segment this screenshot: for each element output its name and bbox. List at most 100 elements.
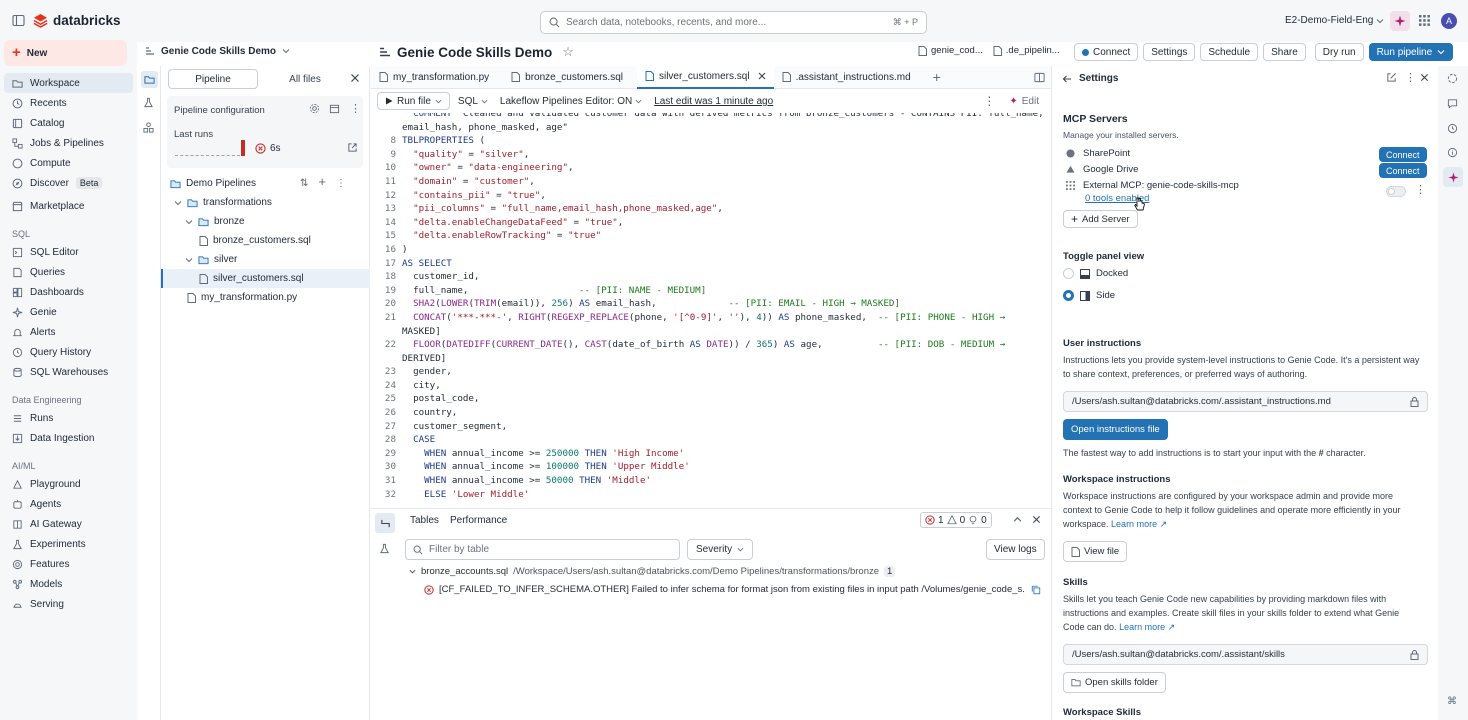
tab-all-files[interactable]: All files [261,69,349,89]
graph-icon[interactable] [375,513,395,533]
code-line[interactable]: 16) [371,243,1051,257]
sidebar-toggle-icon[interactable] [12,14,25,27]
tab-pipeline[interactable]: Pipeline [168,69,258,89]
sync-icon[interactable] [1447,73,1458,84]
issue-counts[interactable]: 1 0 0 [920,512,992,528]
code-line[interactable]: 30 WHEN annual_income >= 100000 THEN 'Up… [371,460,1051,474]
tree-root[interactable]: Demo Pipelines ⇅ + ⋮ [161,174,370,193]
nav-genie[interactable]: Genie [0,302,137,322]
editor-mode-select[interactable]: Lakeflow Pipelines Editor: ON [500,96,642,107]
add-tab-icon[interactable]: + [933,69,941,85]
avatar[interactable]: A [1441,13,1457,29]
flask-icon[interactable] [143,97,154,108]
code-line[interactable]: COMMENT "Cleaned and validated customer … [371,113,1051,121]
run-pipeline-button[interactable]: Run pipeline [1368,43,1454,61]
close-icon[interactable] [1032,515,1041,524]
language-select[interactable]: SQL [458,96,488,107]
nav-sql-warehouses[interactable]: SQL Warehouses [0,362,137,382]
nav-runs[interactable]: Runs [0,408,137,428]
nav-jobs-pipelines[interactable]: Jobs & Pipelines [0,133,137,153]
open-skills-folder-button[interactable]: Open skills folder [1063,672,1166,693]
linked-file-1[interactable]: genie_cod... [931,45,983,56]
schedule-button[interactable]: Schedule [1200,43,1259,61]
code-line[interactable]: 15 "delta.enableRowTracking" = "true" [371,229,1051,243]
nav-agents[interactable]: Agents [0,494,137,514]
shapes-icon[interactable] [143,122,154,133]
nav-alerts[interactable]: Alerts [0,322,137,342]
code-line[interactable]: 22 FLOOR(DATEDIFF(CURRENT_DATE(), CAST(d… [371,338,1051,352]
flask-icon[interactable] [379,543,390,554]
genie-sparkle-icon[interactable] [1390,11,1410,31]
code-line[interactable]: 9 "quality" = "silver", [371,148,1051,162]
info-icon[interactable] [1447,147,1458,158]
code-line[interactable]: 17 AS SELECT [371,257,1051,271]
nav-serving[interactable]: Serving [0,594,137,614]
nav-recents[interactable]: Recents [0,93,137,113]
sort-icon[interactable]: ⇅ [300,178,308,189]
dry-run-button[interactable]: Dry run [1314,43,1364,61]
docked-option[interactable]: Docked [1063,268,1128,279]
code-line[interactable]: DERIVED] [371,352,1051,366]
apps-grid-icon[interactable] [1419,15,1430,26]
copy-icon[interactable] [1031,585,1041,595]
nav-sql-editor[interactable]: SQL Editor [0,242,137,262]
star-icon[interactable]: ☆ [562,44,574,60]
nav-experiments[interactable]: Experiments [0,534,137,554]
share-button[interactable]: Share [1263,43,1306,61]
view-logs-button[interactable]: View logs [986,539,1045,560]
kebab-menu-icon[interactable]: ⋮ [336,178,346,189]
chevron-up-icon[interactable] [1013,515,1022,524]
code-line[interactable]: 26 country, [371,406,1051,420]
new-button[interactable]: + New [4,40,127,66]
workspace-switcher[interactable]: E2-Demo-Field-Eng [1285,15,1384,26]
code-line[interactable]: 11 "domain" = "customer", [371,175,1051,189]
tree-folder-silver[interactable]: silver [161,250,370,269]
nav-marketplace[interactable]: Marketplace [0,196,137,216]
breadcrumb[interactable]: Genie Code Skills Demo [145,44,290,58]
side-option[interactable]: Side [1063,290,1115,301]
code-line[interactable]: 20 SHA2(LOWER(TRIM(email)), 256) AS emai… [371,297,1051,311]
failed-run-bar[interactable] [241,140,245,156]
nav-discover[interactable]: Discover Beta [0,173,137,193]
tree-file-silver-customers[interactable]: silver_customers.sql [161,269,370,288]
tree-file-my-transformation[interactable]: my_transformation.py [161,288,370,307]
tab-performance[interactable]: Performance [450,515,507,526]
code-line[interactable]: 24 city, [371,379,1051,393]
code-editor[interactable]: COMMENT "Cleaned and validated customer … [371,113,1051,511]
kebab-menu-icon[interactable]: ⋮ [983,94,995,108]
nav-models[interactable]: Models [0,574,137,594]
code-line[interactable]: 13 "pii_columns" = "full_name,email_hash… [371,202,1051,216]
code-line[interactable]: 19 full_name, -- [PII: NAME - MEDIUM] [371,284,1051,298]
code-line[interactable]: 27 customer_segment, [371,420,1051,434]
tab-my-transformation[interactable]: my_transformation.py [371,66,497,89]
edit-button[interactable]: ✦ Edit [1009,96,1039,107]
run-file-button[interactable]: Run file [377,92,450,110]
gear-icon[interactable] [309,103,320,114]
code-line[interactable]: 12 "contains_pii" = "true", [371,189,1051,203]
tab-bronze-customers[interactable]: bronze_customers.sql [503,66,631,89]
external-link-icon[interactable] [347,142,358,153]
nav-workspace[interactable]: Workspace [4,73,133,93]
tree-folder-bronze[interactable]: bronze [161,212,370,231]
kebab-menu-icon[interactable]: ⋮ [1405,71,1416,84]
linked-file-2[interactable]: .de_pipelin... [1006,45,1060,56]
view-file-button[interactable]: View file [1063,541,1128,562]
severity-select[interactable]: Severity [687,539,753,560]
learn-more-link[interactable]: Learn more [1119,622,1165,632]
kebab-menu-icon[interactable]: ⋮ [1415,183,1426,196]
tab-assistant-instructions[interactable]: .assistant_instructions.md [774,66,919,89]
tab-silver-customers[interactable]: silver_customers.sql [636,65,774,89]
external-mcp-toggle[interactable] [1386,186,1406,197]
folder-icon[interactable] [141,71,158,88]
nav-dashboards[interactable]: Dashboards [0,282,137,302]
tree-folder-transformations[interactable]: transformations [161,193,370,212]
nav-catalog[interactable]: Catalog [0,113,137,133]
code-line[interactable]: 23 gender, [371,365,1051,379]
split-view-icon[interactable] [1034,72,1045,83]
code-line[interactable]: 21 CONCAT('***-***-', RIGHT(REGEXP_REPLA… [371,311,1051,325]
learn-more-link[interactable]: Learn more [1111,519,1157,529]
connect-sharepoint-button[interactable]: Connect [1379,147,1427,162]
issue-row[interactable]: [CF_FAILED_TO_INFER_SCHEMA.OTHER] Failed… [419,584,1024,595]
code-line[interactable]: 25 postal_code, [371,392,1051,406]
code-line[interactable]: email_hash, phone_masked, age" [371,121,1051,135]
